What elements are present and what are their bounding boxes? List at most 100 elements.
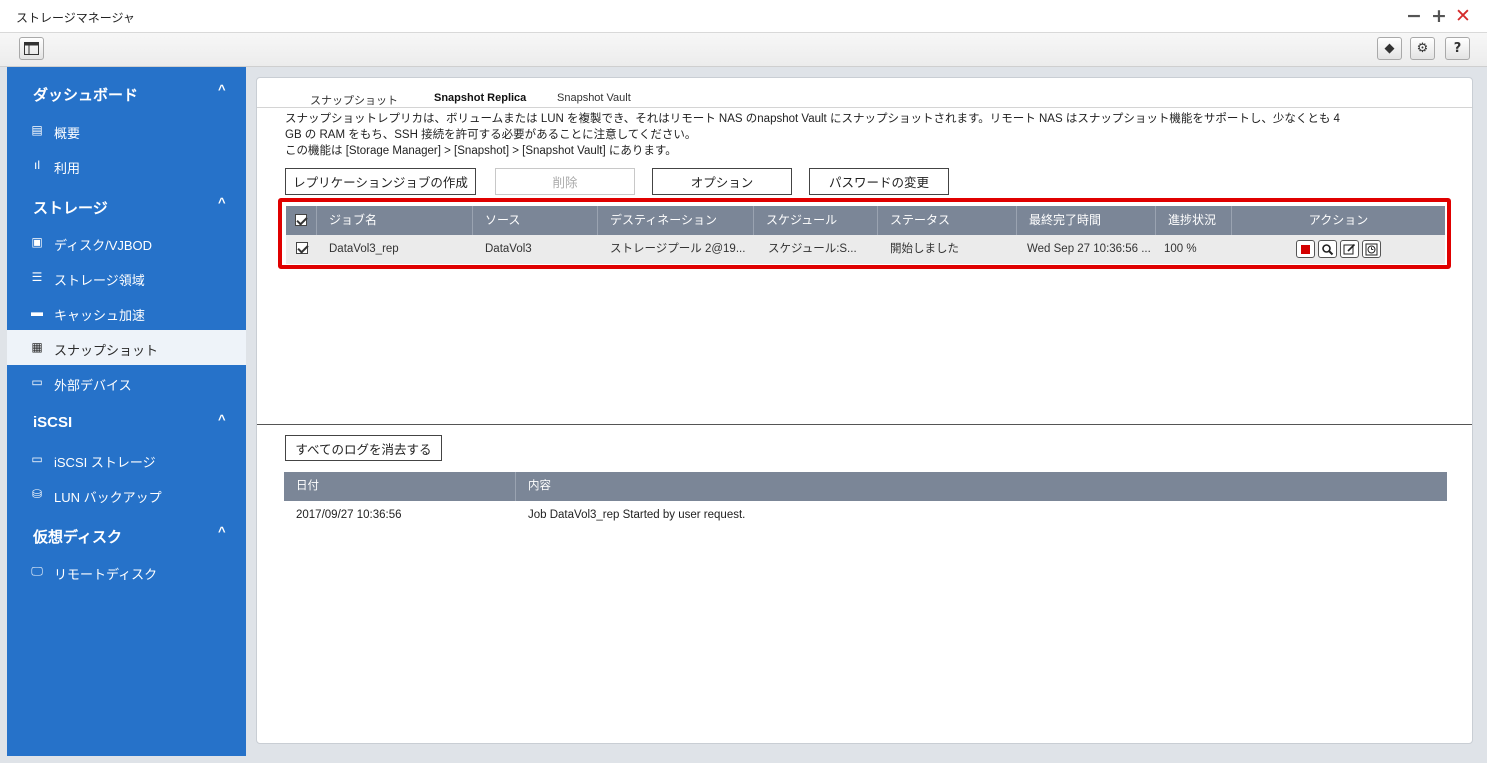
sidebar-item-label: スナップショット [54, 343, 159, 358]
help-icon: ? [1453, 41, 1462, 56]
description-line: スナップショットレプリカは、ボリュームまたは LUN を複製でき、それはリモート… [285, 113, 1340, 125]
cache-icon: ▬ [31, 305, 43, 319]
window-titlebar: ストレージマネージャ − + ✕ [0, 0, 1487, 33]
snapshot-icon: ▦ [31, 340, 43, 354]
sidebar-item-label: 利用 [54, 161, 81, 176]
sidebar-item-cache[interactable]: ▬ キャッシュ加速 [7, 295, 246, 330]
column-header[interactable]: スケジュール [754, 206, 878, 235]
destination-cell: ストレージプール 2@19... [610, 243, 746, 255]
sidebar-item-label: リモートディスク [54, 567, 158, 582]
disk-icon: ▣ [31, 235, 43, 249]
column-header[interactable]: 日付 [284, 472, 516, 501]
storage-space-icon: ☰ [31, 270, 43, 284]
job-name-cell: DataVol3_rep [329, 243, 399, 255]
table-row[interactable]: DataVol3_rep DataVol3 ストレージプール 2@19... ス… [286, 235, 1445, 264]
chevron-up-icon: ^ [218, 82, 226, 97]
sidebar-item-overview[interactable]: ▤ 概要 [7, 113, 246, 148]
sidebar: ダッシュボード ^ ▤ 概要 ıl 利用 ストレージ ^ ▣ ディスク/VJBO… [7, 67, 246, 756]
external-device-icon: ▭ [31, 375, 43, 389]
source-cell: DataVol3 [485, 243, 532, 255]
description-text: スナップショットレプリカは、ボリュームまたは LUN を複製でき、それはリモート… [285, 111, 1405, 159]
tab-snapshot[interactable]: スナップショット [310, 92, 398, 108]
select-all-checkbox[interactable] [286, 206, 317, 235]
job-table-header: ジョブ名 ソース デスティネーション スケジュール ステータス 最終完了時間 進… [286, 206, 1445, 235]
log-table: 日付 内容 2017/09/27 10:36:56 Job DataVol3_r… [284, 472, 1447, 531]
help-button[interactable]: ? [1445, 37, 1470, 60]
sidebar-toggle-button[interactable] [19, 37, 44, 60]
tab-snapshot-vault[interactable]: Snapshot Vault [557, 92, 631, 104]
settings-button[interactable]: ⚙ [1410, 37, 1435, 60]
window-title: ストレージマネージャ [16, 11, 135, 25]
sidebar-section-dashboard[interactable]: ダッシュボード ^ [7, 72, 246, 112]
schedule-cell: スケジュール:S... [768, 243, 857, 255]
column-header[interactable]: デスティネーション [598, 206, 754, 235]
sidebar-item-label: キャッシュ加速 [54, 308, 146, 323]
log-content-cell: Job DataVol3_rep Started by user request… [528, 509, 746, 521]
row-actions [1296, 240, 1381, 258]
progress-cell: 100 % [1164, 243, 1197, 255]
app-icon: ◆ [1384, 41, 1395, 56]
log-date-cell: 2017/09/27 10:36:56 [296, 509, 402, 521]
column-header[interactable]: 内容 [516, 472, 1447, 501]
change-password-button[interactable]: パスワードの変更 [809, 168, 949, 195]
section-title: ダッシュボード [33, 87, 139, 104]
column-header[interactable]: 進捗状況 [1156, 206, 1232, 235]
column-header[interactable]: ソース [473, 206, 598, 235]
sidebar-section-storage[interactable]: ストレージ ^ [7, 185, 246, 225]
sidebar-item-iscsi-storage[interactable]: ▭ iSCSI ストレージ [7, 442, 246, 477]
maximize-button[interactable]: + [1431, 5, 1447, 27]
chevron-up-icon: ^ [218, 412, 226, 427]
minimize-button[interactable]: − [1406, 5, 1422, 27]
chevron-up-icon: ^ [218, 195, 226, 210]
sidebar-item-remote-disk[interactable]: 🖵 リモートディスク [7, 554, 246, 589]
section-title: 仮想ディスク [33, 529, 122, 546]
sidebar-item-label: 外部デバイス [54, 378, 132, 393]
sidebar-item-label: ストレージ領域 [54, 273, 145, 288]
sidebar-item-label: iSCSI ストレージ [54, 455, 156, 470]
history-button[interactable] [1362, 240, 1381, 258]
sidebar-item-label: 概要 [54, 126, 81, 141]
content-panel: スナップショット Snapshot Replica Snapshot Vault… [256, 77, 1473, 744]
view-icon [1322, 244, 1334, 256]
sidebar-item-storage-space[interactable]: ☰ ストレージ領域 [7, 260, 246, 295]
close-button[interactable]: ✕ [1455, 5, 1471, 27]
sidebar-item-snapshot[interactable]: ▦ スナップショット [7, 330, 246, 365]
column-header[interactable]: ジョブ名 [317, 206, 473, 235]
sidebar-item-label: LUN バックアップ [54, 490, 162, 505]
column-header[interactable]: 最終完了時間 [1017, 206, 1156, 235]
history-icon [1365, 243, 1378, 256]
sidebar-section-iscsi[interactable]: iSCSI ^ [7, 402, 246, 442]
edit-icon [1343, 243, 1356, 255]
chevron-up-icon: ^ [218, 524, 226, 539]
sidebar-item-disk-vjbod[interactable]: ▣ ディスク/VJBOD [7, 225, 246, 260]
options-button[interactable]: オプション [652, 168, 792, 195]
view-button[interactable] [1318, 240, 1337, 258]
stop-icon [1301, 245, 1310, 254]
create-replication-job-button[interactable]: レプリケーションジョブの作成 [285, 168, 476, 195]
app-shortcut-button[interactable]: ◆ [1377, 37, 1402, 60]
panel-icon [24, 42, 39, 55]
job-table: ジョブ名 ソース デスティネーション スケジュール ステータス 最終完了時間 進… [286, 206, 1445, 264]
sidebar-item-lun-backup[interactable]: ⛁ LUN バックアップ [7, 477, 246, 512]
iscsi-storage-icon: ▭ [31, 452, 43, 466]
column-header[interactable]: ステータス [878, 206, 1017, 235]
sidebar-section-virtual-disk[interactable]: 仮想ディスク ^ [7, 514, 246, 554]
gear-icon: ⚙ [1416, 41, 1429, 56]
edit-button[interactable] [1340, 240, 1359, 258]
lun-backup-icon: ⛁ [31, 487, 43, 501]
description-line: GB の RAM をもち、SSH 接続を許可する必要があることに注意してください… [285, 129, 697, 141]
sidebar-item-external-device[interactable]: ▭ 外部デバイス [7, 365, 246, 400]
tab-snapshot-replica[interactable]: Snapshot Replica [434, 92, 526, 104]
delete-button[interactable]: 削除 [495, 168, 635, 195]
table-row[interactable]: 2017/09/27 10:36:56 Job DataVol3_rep Sta… [284, 501, 1447, 531]
sidebar-item-label: ディスク/VJBOD [54, 238, 153, 253]
row-checkbox[interactable] [286, 235, 317, 264]
stop-button[interactable] [1296, 240, 1315, 258]
sidebar-item-usage[interactable]: ıl 利用 [7, 148, 246, 183]
remote-disk-icon: 🖵 [31, 564, 43, 578]
column-header[interactable]: アクション [1232, 206, 1445, 235]
app-toolbar: ◆ ⚙ ? [0, 33, 1487, 67]
tab-bar: スナップショット Snapshot Replica Snapshot Vault [257, 78, 1472, 108]
overview-icon: ▤ [31, 123, 43, 137]
clear-all-logs-button[interactable]: すべてのログを消去する [285, 435, 442, 461]
